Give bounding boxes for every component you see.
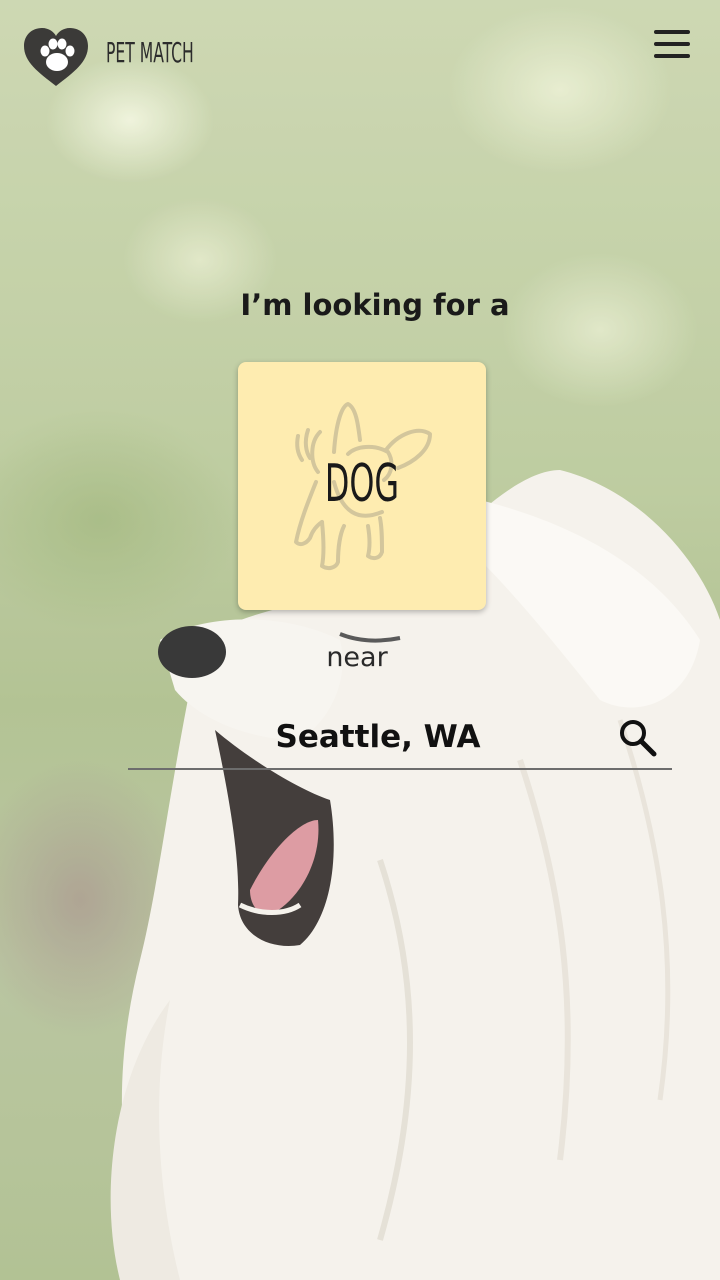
photo-overlay bbox=[0, 0, 720, 1280]
location-input[interactable] bbox=[128, 710, 610, 764]
search-icon[interactable] bbox=[618, 718, 658, 758]
pet-match-screen: PET MATCH I’m looking for a DOG near bbox=[0, 0, 720, 1280]
hamburger-menu-icon[interactable] bbox=[654, 30, 690, 58]
location-search-field bbox=[128, 706, 672, 770]
brand-name: PET MATCH bbox=[106, 36, 194, 69]
heart-paw-icon[interactable] bbox=[24, 28, 88, 88]
search-prompt: I’m looking for a bbox=[240, 288, 510, 322]
near-label: near bbox=[326, 642, 388, 673]
pet-type-label: DOG bbox=[324, 454, 400, 514]
pet-type-card[interactable]: DOG bbox=[238, 362, 486, 610]
